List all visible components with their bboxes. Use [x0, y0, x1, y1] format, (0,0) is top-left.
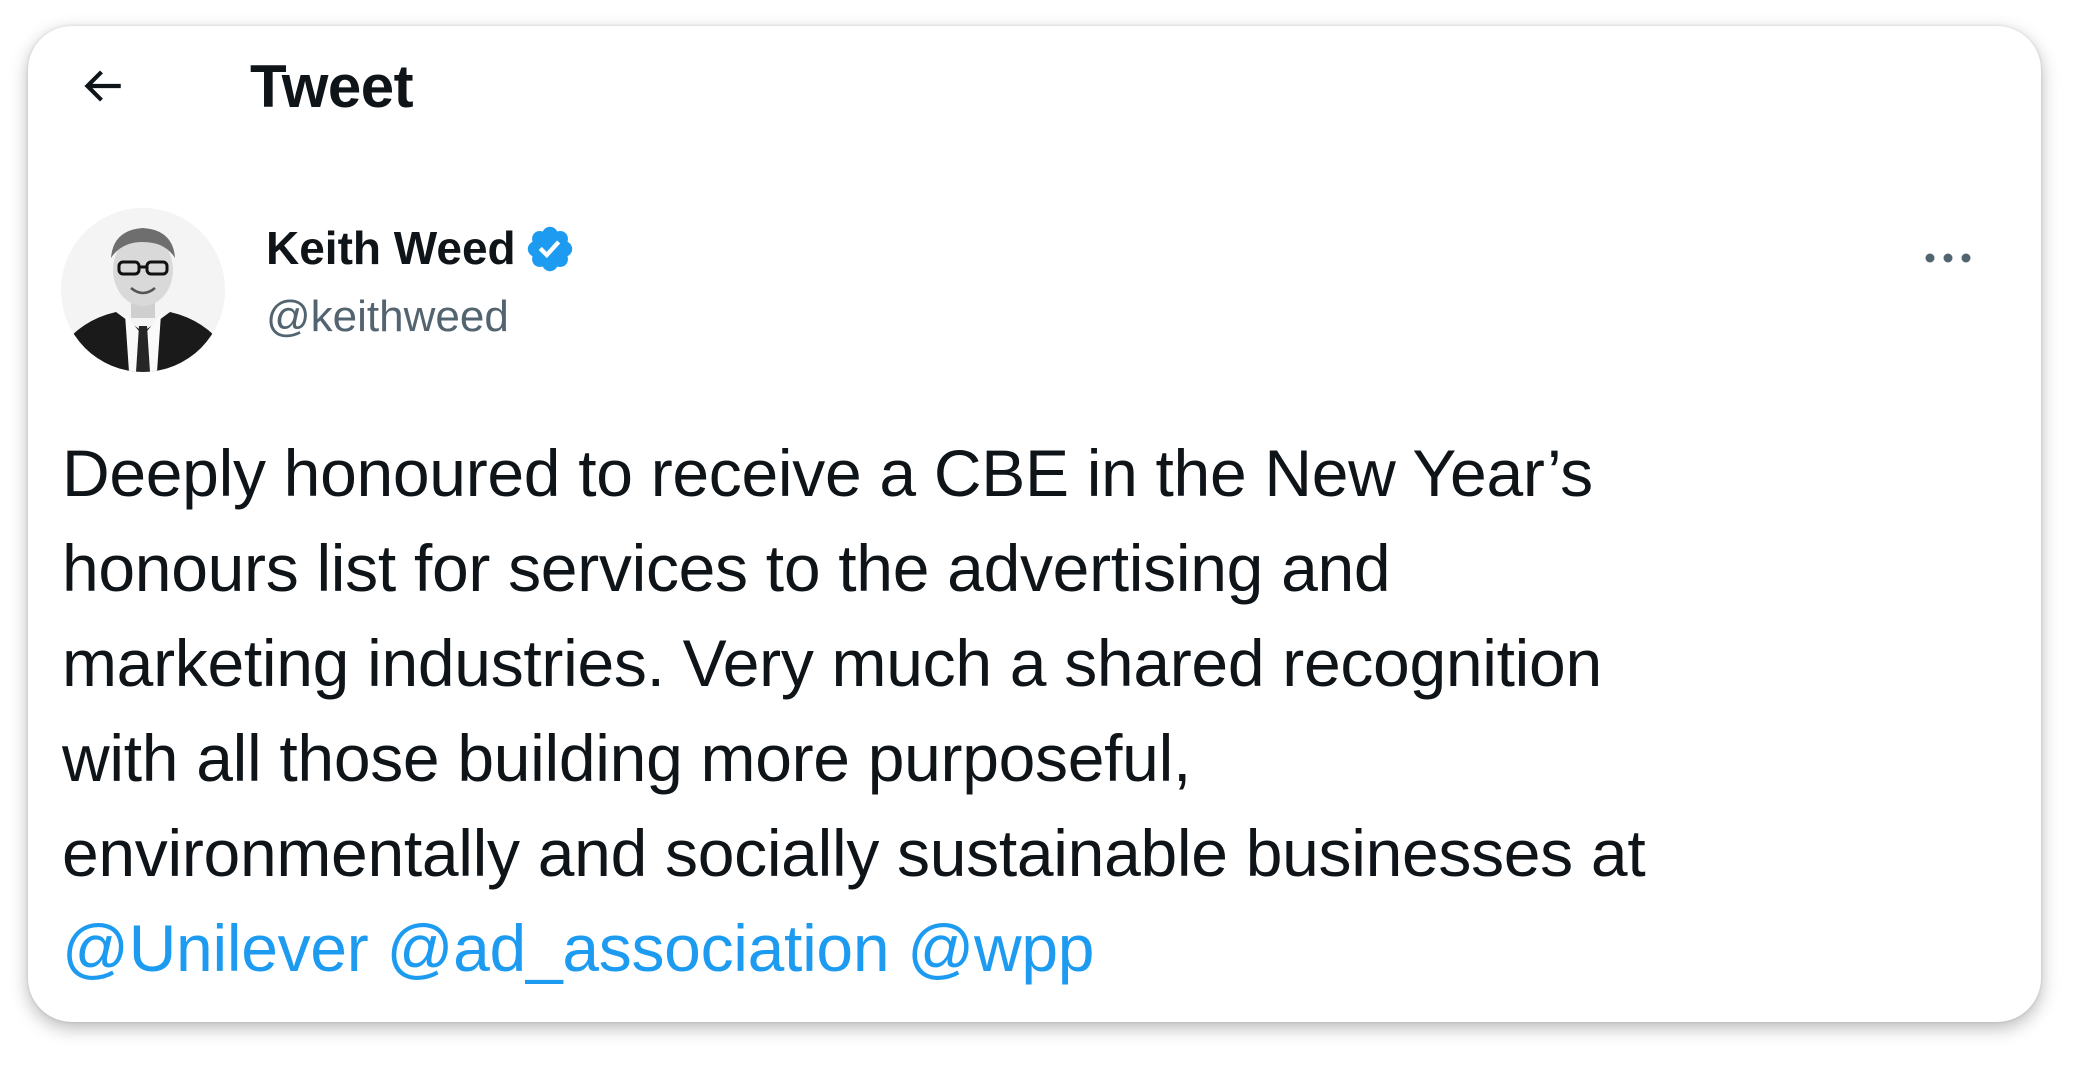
tweet-text-line: with all those building more purposeful, — [62, 721, 1191, 795]
back-button[interactable] — [66, 50, 138, 122]
mentions-line: @Unilever @ad_association @wpp — [62, 901, 2002, 996]
tweet-text-line: honours list for services to the adverti… — [62, 531, 1391, 605]
arrow-left-icon — [84, 70, 121, 102]
ellipsis-icon — [1925, 253, 1971, 263]
tweet-card: Tweet Keith Weed @keithweed Deeply honou… — [28, 26, 2041, 1022]
avatar-portrait — [61, 208, 225, 372]
author-handle[interactable]: @keithweed — [266, 291, 509, 344]
author-name[interactable]: Keith Weed — [266, 221, 576, 276]
mention-link-ad-association[interactable]: @ad_association — [386, 911, 889, 985]
mention-link-unilever[interactable]: @Unilever — [62, 911, 369, 985]
author-name-text: Keith Weed — [266, 222, 516, 274]
tweet-text-line: environmentally and socially sustainable… — [62, 816, 1646, 890]
page-title: Tweet — [250, 53, 414, 120]
mention-link-wpp[interactable]: @wpp — [907, 911, 1094, 985]
tweet-text: Deeply honoured to receive a CBE in the … — [62, 426, 2002, 996]
tweet-text-line: Deeply honoured to receive a CBE in the … — [62, 436, 1593, 510]
tweet-text-line: marketing industries. Very much a shared… — [62, 626, 1602, 700]
more-options-button[interactable] — [1908, 228, 1988, 288]
avatar[interactable] — [61, 208, 225, 372]
header: Tweet — [28, 26, 2041, 146]
verified-badge-icon — [527, 226, 572, 271]
